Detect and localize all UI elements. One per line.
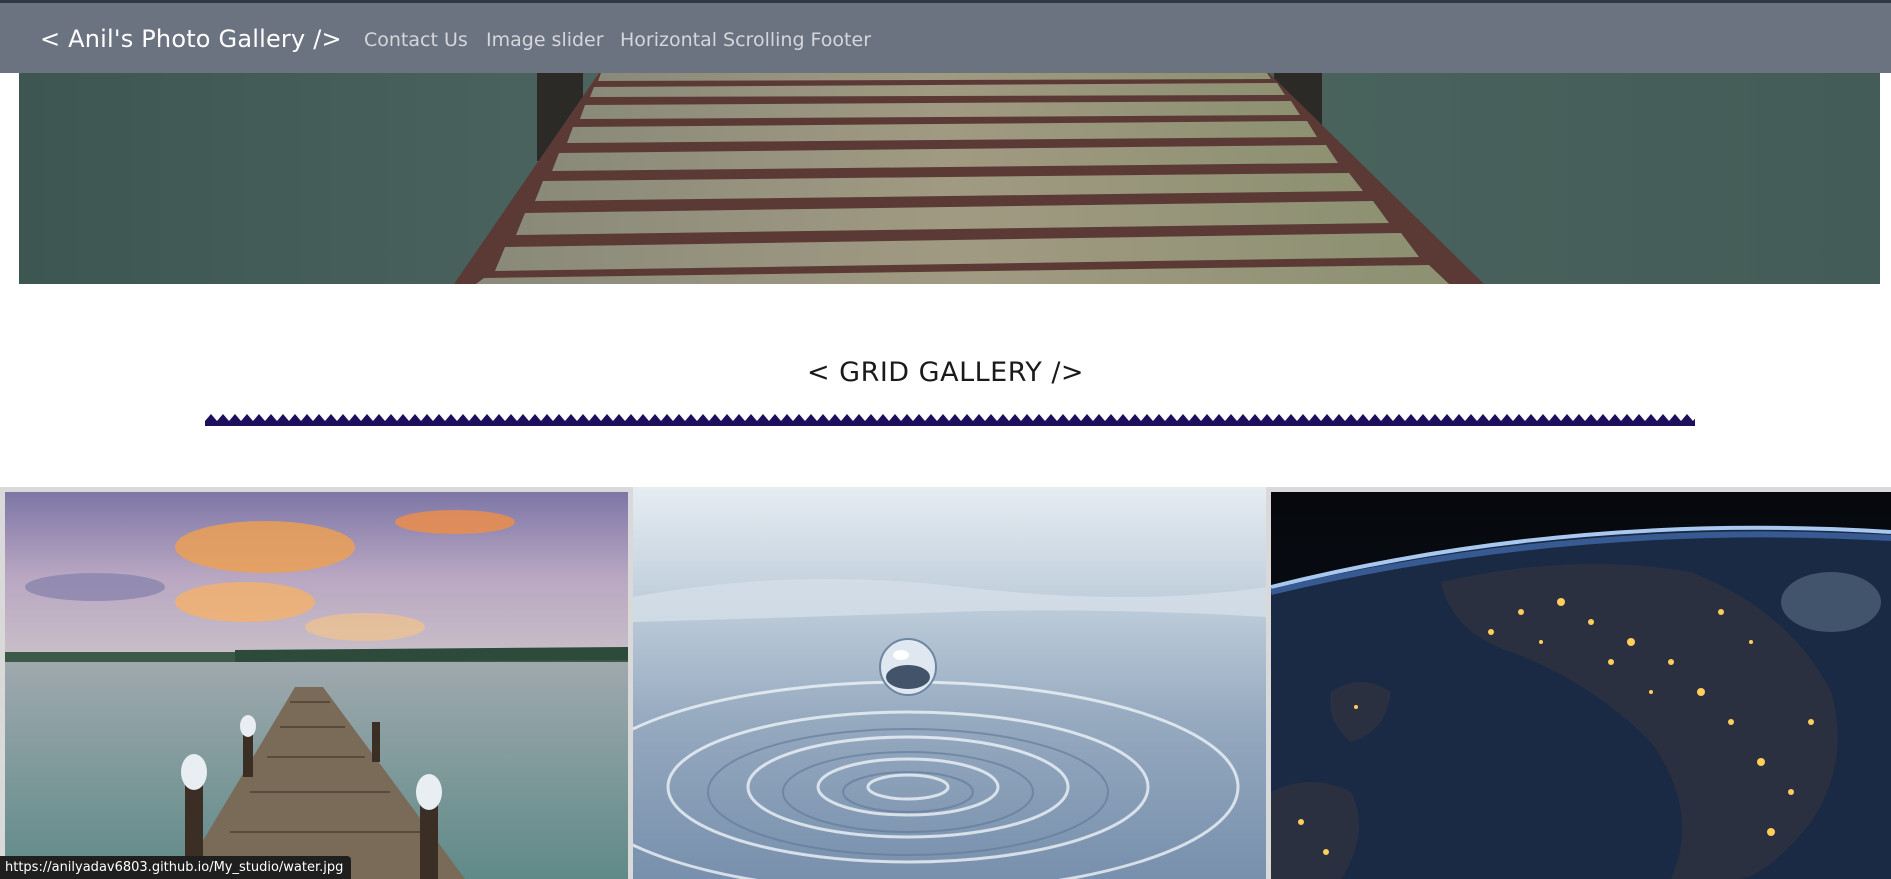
hero-pier-picture — [19, 73, 1880, 284]
water-droplet-picture — [633, 487, 1266, 879]
earth-night-picture — [1271, 492, 1891, 879]
browser-status-url: https://anilyadav6803.github.io/My_studi… — [0, 856, 352, 879]
pier-sunset-picture — [5, 492, 628, 879]
gallery-image-pier-sunset[interactable] — [5, 492, 628, 879]
hero-banner-image — [19, 73, 1880, 284]
gallery-image-water-droplet[interactable] — [633, 487, 1266, 879]
nav-link-horizontal-scrolling-footer[interactable]: Horizontal Scrolling Footer — [620, 29, 871, 51]
nav-link-image-slider[interactable]: Image slider — [486, 29, 604, 51]
gallery-image-earth-night[interactable] — [1271, 492, 1891, 879]
zigzag-divider — [205, 414, 1695, 426]
grid-gallery-heading: < GRID GALLERY /> — [806, 357, 1085, 388]
nav-link-contact-us[interactable]: Contact Us — [364, 29, 468, 51]
brand-link[interactable]: < Anil's Photo Gallery /> — [40, 25, 342, 53]
navbar: < Anil's Photo Gallery /> Contact Us Ima… — [0, 3, 1891, 73]
